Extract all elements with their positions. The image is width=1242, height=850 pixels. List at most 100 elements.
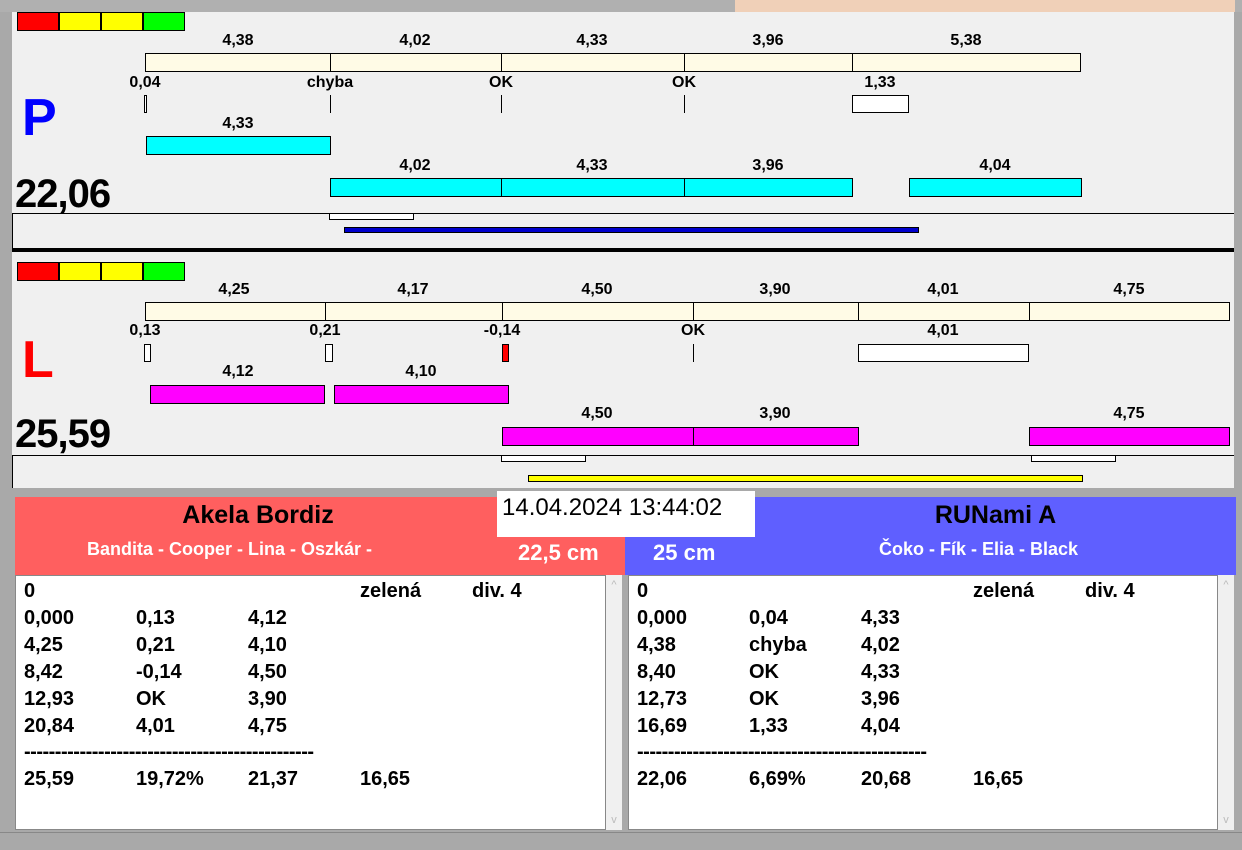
list-cell: 4,04 xyxy=(861,715,900,737)
run-label: 4,33 xyxy=(222,115,254,132)
list-separator: ----------------------------------------… xyxy=(637,741,927,763)
list-cell: 0 xyxy=(24,580,36,602)
reaction-mark xyxy=(144,95,147,113)
reaction-mark xyxy=(325,344,333,362)
left-results-list[interactable]: 0 zelená div. 4 0,000 0,13 4,12 4,25 0,21 4,10 8,… xyxy=(15,575,606,830)
split-label: 4,38 xyxy=(222,32,254,49)
list-cell: -0,14 xyxy=(136,661,182,683)
right-team-height: 25 cm xyxy=(653,540,716,565)
run-label: 3,96 xyxy=(752,157,784,174)
list-cell: 4,75 xyxy=(248,715,287,737)
lane-total-time: 25,59 xyxy=(15,412,111,456)
split-bar xyxy=(502,302,694,321)
run-label: 3,90 xyxy=(759,405,791,422)
list-cell: 4,01 xyxy=(136,715,175,737)
status-bar xyxy=(0,832,1242,850)
summary-cell: 16,65 xyxy=(973,768,1024,790)
top-tab-active[interactable] xyxy=(735,0,1235,12)
reaction-label: -0,14 xyxy=(483,322,521,339)
split-bar xyxy=(330,53,502,72)
list-cell: 4,02 xyxy=(861,634,900,656)
list-cell: 0,000 xyxy=(24,607,75,629)
list-cell: 0,04 xyxy=(749,607,788,629)
list-cell: 8,42 xyxy=(24,661,63,683)
split-label: 4,75 xyxy=(1113,281,1145,298)
run-bar xyxy=(150,385,325,404)
signal-green xyxy=(143,12,185,31)
right-results-list[interactable]: 0 zelená div. 4 0,000 0,04 4,33 4,38 chyba 4,02 8… xyxy=(628,575,1218,830)
split-label: 3,90 xyxy=(759,281,791,298)
reaction-label: 1,33 xyxy=(864,74,896,91)
reaction-label: OK xyxy=(681,322,705,339)
lane-letter: L xyxy=(22,331,54,389)
split-bar xyxy=(684,53,853,72)
signal-red xyxy=(17,12,59,31)
split-bar xyxy=(693,302,859,321)
list-cell: 0 xyxy=(637,580,649,602)
signal-yellow xyxy=(59,262,101,281)
list-separator: ----------------------------------------… xyxy=(24,741,314,763)
split-label: 4,25 xyxy=(218,281,250,298)
lane-total-time: 22,06 xyxy=(15,172,111,216)
run-bar xyxy=(146,136,331,155)
progress-marker xyxy=(501,455,586,462)
right-team-name: RUNami A xyxy=(934,501,1057,529)
split-bar xyxy=(852,53,1081,72)
list-cell: 3,96 xyxy=(861,688,900,710)
signal-yellow xyxy=(101,12,143,31)
run-bar xyxy=(330,178,502,197)
run-label: 4,04 xyxy=(979,157,1011,174)
split-label: 4,33 xyxy=(576,32,608,49)
summary-cell: 21,37 xyxy=(248,768,299,790)
split-bar xyxy=(858,302,1030,321)
list-cell: 4,25 xyxy=(24,634,63,656)
signal-red xyxy=(17,262,59,281)
list-cell: chyba xyxy=(749,634,807,656)
reaction-mark xyxy=(852,95,909,113)
lane-letter: P xyxy=(22,89,57,147)
run-bar xyxy=(502,427,694,446)
list-cell: 3,90 xyxy=(248,688,287,710)
left-team-height: 22,5 cm xyxy=(518,540,599,565)
run-label: 4,10 xyxy=(405,363,437,380)
list-cell: 1,33 xyxy=(749,715,788,737)
reaction-label: 0,04 xyxy=(129,74,161,91)
run-label: 4,02 xyxy=(399,157,431,174)
run-label: 4,12 xyxy=(222,363,254,380)
split-label: 3,96 xyxy=(752,32,784,49)
split-bar xyxy=(1029,302,1230,321)
left-list-scrollbar[interactable]: ^ v xyxy=(606,575,622,830)
right-list-scrollbar[interactable]: ^ v xyxy=(1218,575,1234,830)
run-label: 4,50 xyxy=(581,405,613,422)
reaction-mark xyxy=(693,344,694,362)
list-cell: 16,69 xyxy=(637,715,688,737)
list-cell: 12,73 xyxy=(637,688,688,710)
reaction-mark-false-start xyxy=(502,344,509,362)
split-label: 5,38 xyxy=(950,32,982,49)
list-cell: 0,000 xyxy=(637,607,688,629)
summary-cell: 20,68 xyxy=(861,768,912,790)
split-bar xyxy=(501,53,685,72)
split-label: 4,02 xyxy=(399,32,431,49)
reaction-mark xyxy=(144,344,151,362)
summary-cell: 25,59 xyxy=(24,768,75,790)
left-team-dogs: Bandita - Cooper - Lina - Oszkár - xyxy=(87,539,373,559)
list-cell: 4,50 xyxy=(248,661,287,683)
progress-marker xyxy=(329,213,414,220)
list-cell: div. 4 xyxy=(472,580,522,602)
signal-green xyxy=(143,262,185,281)
reaction-mark xyxy=(684,95,685,113)
run-bar xyxy=(909,178,1082,197)
split-bar xyxy=(325,302,503,321)
list-cell: 8,40 xyxy=(637,661,676,683)
split-label: 4,01 xyxy=(927,281,959,298)
list-cell: 4,12 xyxy=(248,607,287,629)
list-cell: 4,38 xyxy=(637,634,676,656)
list-cell: OK xyxy=(749,661,779,683)
reaction-label: 4,01 xyxy=(927,322,959,339)
reaction-mark xyxy=(330,95,331,113)
reaction-label: OK xyxy=(489,74,513,91)
split-bar xyxy=(145,53,331,72)
list-cell: 4,33 xyxy=(861,607,900,629)
split-bar xyxy=(145,302,326,321)
